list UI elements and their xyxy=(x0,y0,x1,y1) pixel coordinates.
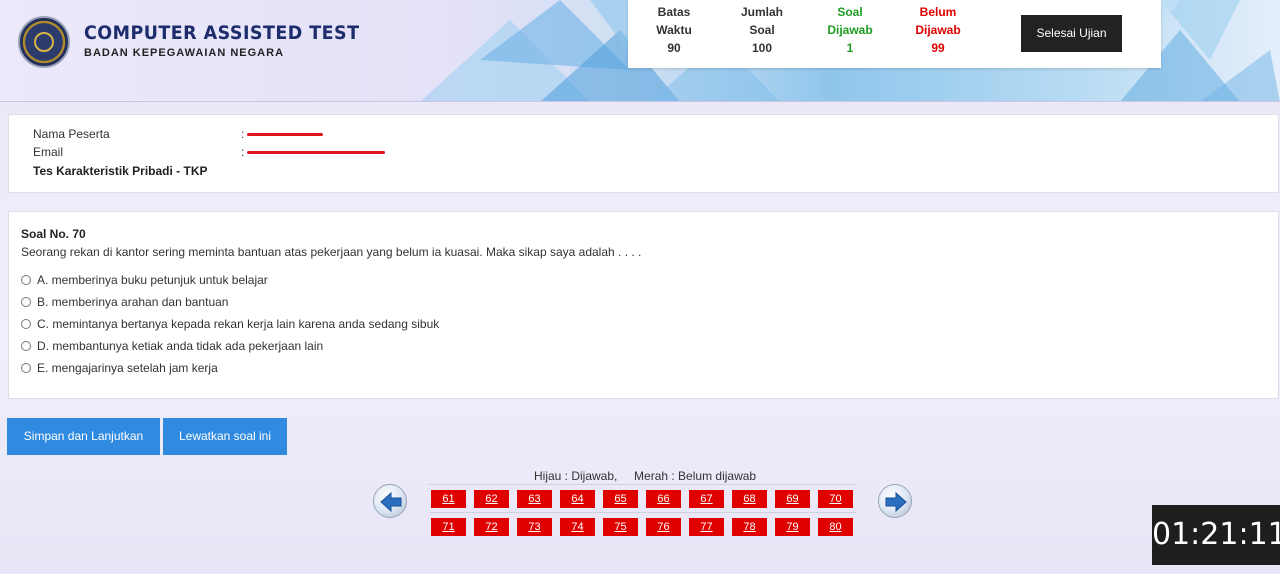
question-nav-65[interactable]: 65 xyxy=(603,490,638,508)
prev-page-button[interactable] xyxy=(373,484,407,518)
question-nav-78[interactable]: 78 xyxy=(732,518,767,536)
option-c-radio[interactable] xyxy=(21,319,31,329)
question-nav-73[interactable]: 73 xyxy=(517,518,552,536)
question-nav-75[interactable]: 75 xyxy=(603,518,638,536)
app-subtitle: BADAN KEPEGAWAIAN NEGARA xyxy=(84,47,285,59)
participant-info-card: Nama Peserta : Email : Tes Karakteristik… xyxy=(8,114,1279,193)
arrow-right-icon xyxy=(885,491,907,513)
question-nav-74[interactable]: 74 xyxy=(560,518,595,536)
option-b-label: B. memberinya arahan dan bantuan xyxy=(37,295,229,309)
name-label: Nama Peserta xyxy=(33,127,110,141)
question-nav-80[interactable]: 80 xyxy=(818,518,853,536)
redacted-email-mark xyxy=(247,151,385,154)
email-label: Email xyxy=(33,145,64,159)
question-nav-71[interactable]: 71 xyxy=(431,518,466,536)
save-and-continue-button[interactable]: Simpan dan Lanjutkan xyxy=(7,418,160,455)
option-a[interactable]: A. memberinya buku petunjuk untuk belaja… xyxy=(21,273,268,287)
bkn-logo xyxy=(18,16,70,68)
navigation-legend: Hijau : Dijawab, Merah : Belum dijawab xyxy=(534,469,757,483)
question-nav-66[interactable]: 66 xyxy=(646,490,681,508)
question-nav-62[interactable]: 62 xyxy=(474,490,509,508)
skip-question-button[interactable]: Lewatkan soal ini xyxy=(163,418,287,455)
question-nav-69[interactable]: 69 xyxy=(775,490,810,508)
option-e-radio[interactable] xyxy=(21,363,31,373)
header: COMPUTER ASSISTED TEST BADAN KEPEGAWAIAN… xyxy=(0,0,1280,102)
question-nav-77[interactable]: 77 xyxy=(689,518,724,536)
option-c-label: C. memintanya bertanya kepada rekan kerj… xyxy=(37,317,440,331)
name-colon: : xyxy=(241,127,245,141)
stat-jumlah-soal: Jumlah Soal 100 xyxy=(740,5,783,55)
option-b-radio[interactable] xyxy=(21,297,31,307)
grid-divider xyxy=(429,484,857,485)
email-colon: : xyxy=(241,145,245,159)
question-number: Soal No. 70 xyxy=(21,227,86,241)
option-b[interactable]: B. memberinya arahan dan bantuan xyxy=(21,295,228,309)
question-nav-67[interactable]: 67 xyxy=(689,490,724,508)
stat-belum-dijawab: Belum Dijawab 99 xyxy=(915,5,961,55)
option-c[interactable]: C. memintanya bertanya kepada rekan kerj… xyxy=(21,317,439,331)
question-nav-64[interactable]: 64 xyxy=(560,490,595,508)
arrow-left-icon xyxy=(380,491,402,513)
option-a-label: A. memberinya buku petunjuk untuk belaja… xyxy=(37,273,268,287)
question-nav-61[interactable]: 61 xyxy=(431,490,466,508)
question-nav-79[interactable]: 79 xyxy=(775,518,810,536)
grid-divider xyxy=(429,512,857,513)
logo-emblem-icon xyxy=(34,32,54,52)
next-page-button[interactable] xyxy=(878,484,912,518)
option-e[interactable]: E. mengajarinya setelah jam kerja xyxy=(21,361,218,375)
app-title: COMPUTER ASSISTED TEST xyxy=(84,22,360,44)
test-name: Tes Karakteristik Pribadi - TKP xyxy=(33,164,208,178)
option-d[interactable]: D. membantunya ketiak anda tidak ada pek… xyxy=(21,339,323,353)
question-text: Seorang rekan di kantor sering meminta b… xyxy=(21,245,642,259)
question-card: Soal No. 70 Seorang rekan di kantor seri… xyxy=(8,211,1279,399)
countdown-timer: 01:21:11 xyxy=(1152,505,1280,565)
option-d-radio[interactable] xyxy=(21,341,31,351)
finish-exam-button[interactable]: Selesai Ujian xyxy=(1021,15,1122,52)
option-e-label: E. mengajarinya setelah jam kerja xyxy=(37,361,218,375)
question-nav-68[interactable]: 68 xyxy=(732,490,767,508)
question-nav-63[interactable]: 63 xyxy=(517,490,552,508)
stat-batas-waktu: Batas Waktu 90 xyxy=(656,5,692,55)
question-nav-76[interactable]: 76 xyxy=(646,518,681,536)
question-nav-70[interactable]: 70 xyxy=(818,490,853,508)
redacted-name-mark xyxy=(247,133,323,136)
option-a-radio[interactable] xyxy=(21,275,31,285)
option-d-label: D. membantunya ketiak anda tidak ada pek… xyxy=(37,339,324,353)
stat-soal-dijawab: Soal Dijawab 1 xyxy=(827,5,873,55)
question-nav-72[interactable]: 72 xyxy=(474,518,509,536)
